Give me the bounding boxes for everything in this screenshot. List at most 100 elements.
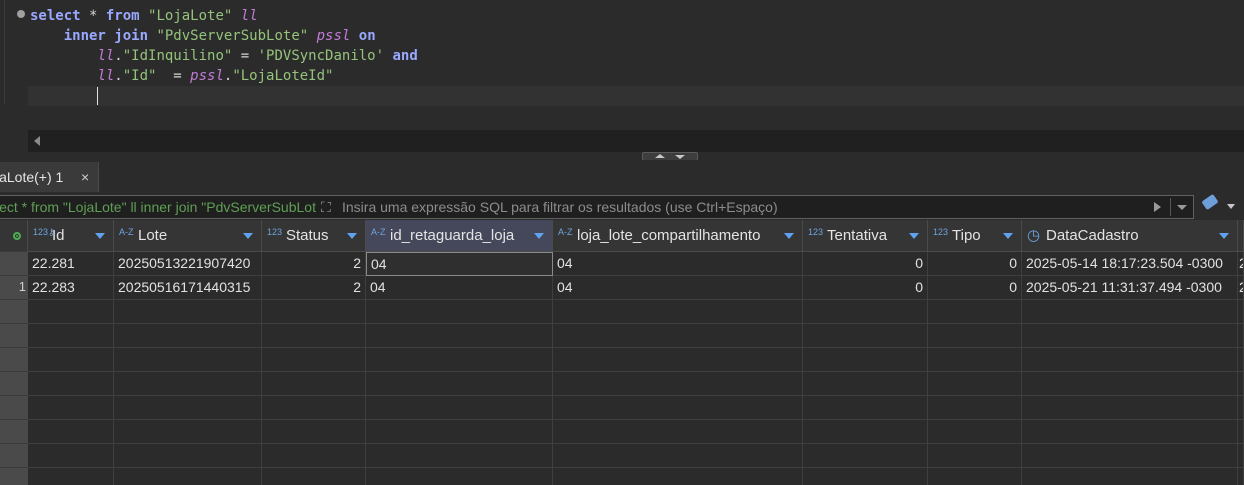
scroll-left-icon[interactable] bbox=[34, 136, 40, 146]
table-cell[interactable] bbox=[803, 420, 928, 444]
table-cell[interactable]: 04 bbox=[366, 276, 553, 300]
row-number[interactable] bbox=[0, 348, 28, 372]
table-cell[interactable] bbox=[262, 372, 366, 396]
table-cell[interactable] bbox=[928, 396, 1022, 420]
table-cell[interactable] bbox=[28, 468, 114, 485]
eraser-dropdown-icon[interactable] bbox=[1227, 204, 1235, 209]
column-header-loja-lote-compartilhamento[interactable]: A-Z loja_lote_compartilhamento bbox=[553, 220, 803, 252]
table-cell[interactable] bbox=[366, 372, 553, 396]
table-cell[interactable] bbox=[28, 372, 114, 396]
table-cell[interactable] bbox=[262, 324, 366, 348]
table-cell-overflow[interactable] bbox=[1238, 468, 1244, 485]
table-cell[interactable] bbox=[366, 444, 553, 468]
table-cell[interactable] bbox=[366, 468, 553, 485]
filter-placeholder[interactable]: Insira uma expressão SQL para filtrar os… bbox=[342, 196, 778, 218]
table-cell[interactable]: 20250513221907420 bbox=[114, 252, 262, 276]
table-cell[interactable]: 2025-05-21 11:31:37.494 -0300 bbox=[1022, 276, 1238, 300]
column-header-lote[interactable]: A-Z Lote bbox=[114, 220, 262, 252]
table-cell[interactable] bbox=[262, 420, 366, 444]
code-line[interactable]: inner join "PdvServerSubLote" pssl on bbox=[28, 26, 1244, 46]
table-cell-overflow[interactable] bbox=[1238, 324, 1244, 348]
table-cell-overflow[interactable] bbox=[1238, 444, 1244, 468]
table-cell[interactable] bbox=[1022, 324, 1238, 348]
table-cell[interactable]: 2 bbox=[262, 276, 366, 300]
table-cell[interactable] bbox=[928, 468, 1022, 485]
table-cell[interactable] bbox=[366, 324, 553, 348]
column-header-id[interactable]: 123⚷ Id bbox=[28, 220, 114, 252]
table-cell[interactable] bbox=[28, 348, 114, 372]
table-cell[interactable]: 2025-05-14 18:17:23.504 -0300 bbox=[1022, 252, 1238, 276]
column-header-status[interactable]: 123 Status bbox=[262, 220, 366, 252]
table-cell[interactable] bbox=[553, 420, 803, 444]
table-cell[interactable] bbox=[262, 396, 366, 420]
column-sort-icon[interactable] bbox=[784, 233, 794, 239]
table-cell-overflow[interactable]: 2 bbox=[1238, 276, 1244, 300]
table-cell[interactable] bbox=[114, 348, 262, 372]
table-cell-overflow[interactable] bbox=[1238, 348, 1244, 372]
table-cell[interactable]: 22.283 bbox=[28, 276, 114, 300]
table-cell[interactable] bbox=[553, 372, 803, 396]
column-sort-icon[interactable] bbox=[534, 233, 544, 239]
maximize-up-icon[interactable] bbox=[655, 154, 665, 158]
table-cell[interactable] bbox=[803, 372, 928, 396]
record-mode-icon[interactable] bbox=[13, 232, 21, 240]
table-cell[interactable] bbox=[366, 348, 553, 372]
filter-input[interactable]: lect * from "LojaLote" ll inner join "Pd… bbox=[0, 195, 1194, 219]
column-header-datacadastro[interactable]: ◷ DataCadastro bbox=[1022, 220, 1238, 252]
table-cell[interactable] bbox=[1022, 348, 1238, 372]
table-cell[interactable] bbox=[803, 324, 928, 348]
table-cell[interactable] bbox=[1022, 372, 1238, 396]
table-cell[interactable]: 0 bbox=[928, 276, 1022, 300]
close-icon[interactable]: × bbox=[81, 162, 89, 192]
code-line[interactable]: select * from "LojaLote" ll bbox=[28, 6, 1244, 26]
column-sort-icon[interactable] bbox=[95, 233, 105, 239]
table-cell[interactable] bbox=[262, 468, 366, 485]
table-cell[interactable]: 2 bbox=[262, 252, 366, 276]
table-cell[interactable] bbox=[553, 444, 803, 468]
table-cell[interactable] bbox=[114, 300, 262, 324]
tab-results[interactable]: jaLote(+) 1 × bbox=[0, 162, 99, 192]
table-cell[interactable]: 0 bbox=[928, 252, 1022, 276]
row-number[interactable] bbox=[0, 468, 28, 485]
table-cell[interactable] bbox=[1022, 300, 1238, 324]
code-line[interactable]: ll."Id" = pssl."LojaLoteId" bbox=[28, 66, 1244, 86]
table-cell[interactable]: 04 bbox=[553, 252, 803, 276]
row-number[interactable] bbox=[0, 300, 28, 324]
table-cell[interactable] bbox=[114, 396, 262, 420]
table-cell[interactable] bbox=[114, 468, 262, 485]
results-grid[interactable]: 1 123⚷ Id A-Z Lote 123 Status A-Z id_retaguarda_… bbox=[0, 220, 1244, 485]
table-cell[interactable]: 0 bbox=[803, 276, 928, 300]
table-cell[interactable] bbox=[803, 348, 928, 372]
column-sort-icon[interactable] bbox=[1003, 233, 1013, 239]
row-number[interactable] bbox=[0, 252, 28, 276]
table-cell[interactable] bbox=[366, 396, 553, 420]
row-number[interactable] bbox=[0, 444, 28, 468]
table-cell[interactable] bbox=[1022, 396, 1238, 420]
column-sort-icon[interactable] bbox=[347, 233, 357, 239]
table-cell[interactable]: 04 bbox=[366, 252, 553, 276]
code-line-current[interactable] bbox=[28, 86, 1244, 106]
table-cell-overflow[interactable]: 2 bbox=[1238, 252, 1244, 276]
table-cell[interactable]: 04 bbox=[553, 276, 803, 300]
table-cell[interactable] bbox=[28, 324, 114, 348]
table-cell-overflow[interactable] bbox=[1238, 420, 1244, 444]
table-cell[interactable] bbox=[114, 324, 262, 348]
column-header-tipo[interactable]: 123 Tipo bbox=[928, 220, 1022, 252]
column-header-overflow[interactable] bbox=[1238, 220, 1244, 252]
table-cell[interactable] bbox=[928, 444, 1022, 468]
row-number[interactable] bbox=[0, 372, 28, 396]
table-cell-overflow[interactable] bbox=[1238, 300, 1244, 324]
table-cell[interactable] bbox=[803, 300, 928, 324]
table-cell[interactable] bbox=[28, 444, 114, 468]
table-cell[interactable] bbox=[803, 396, 928, 420]
editor-horizontal-scrollbar[interactable] bbox=[28, 130, 1244, 152]
sql-code[interactable]: select * from "LojaLote" ll inner join "… bbox=[28, 6, 1244, 106]
table-cell[interactable] bbox=[803, 468, 928, 485]
column-sort-icon[interactable] bbox=[1219, 233, 1229, 239]
table-cell[interactable] bbox=[114, 420, 262, 444]
table-cell[interactable] bbox=[803, 444, 928, 468]
table-cell[interactable] bbox=[1022, 468, 1238, 485]
column-header-id-retaguarda-loja[interactable]: A-Z id_retaguarda_loja bbox=[366, 220, 553, 252]
table-cell[interactable] bbox=[928, 300, 1022, 324]
table-cell[interactable] bbox=[28, 396, 114, 420]
